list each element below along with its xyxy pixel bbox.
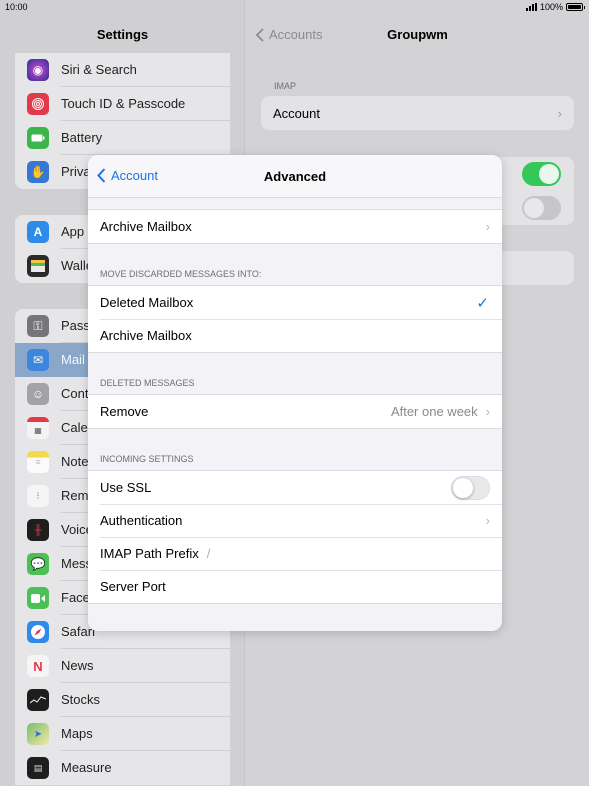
incoming-group: Use SSL Authentication › IMAP Path Prefi…	[88, 470, 502, 604]
archive-group: Archive Mailbox ›	[88, 209, 502, 244]
measure-icon: ▤	[27, 757, 49, 779]
archive-mailbox-option[interactable]: Archive Mailbox	[88, 319, 502, 352]
sidebar-item-label: Stocks	[61, 683, 230, 717]
background-toggle-on[interactable]	[522, 162, 561, 186]
fingerprint-icon	[27, 93, 49, 115]
checkmark-icon: ✓	[476, 294, 489, 312]
imap-caption: IMAP	[274, 81, 297, 91]
deleted-mailbox-option[interactable]: Deleted Mailbox ✓	[88, 286, 502, 319]
notes-icon: ≡	[27, 451, 49, 473]
sidebar-item-stocks[interactable]: Stocks	[15, 683, 230, 717]
sidebar-item-touch-id[interactable]: Touch ID & Passcode	[15, 87, 230, 121]
advanced-modal: Account Advanced Archive Mailbox › MOVE …	[88, 155, 502, 631]
signal-icon	[525, 3, 537, 11]
safari-icon	[27, 621, 49, 643]
sidebar-item-label: Touch ID & Passcode	[61, 87, 230, 121]
sidebar-item-label: News	[61, 649, 230, 683]
authentication-row[interactable]: Authentication ›	[88, 504, 502, 537]
sidebar-item-label: Maps	[61, 717, 230, 751]
modal-title: Advanced	[263, 169, 327, 184]
sidebar-item-measure[interactable]: ▤ Measure	[15, 751, 230, 785]
news-icon: N	[27, 655, 49, 677]
sidebar-item-battery[interactable]: Battery	[15, 121, 230, 155]
app-store-icon: A	[27, 221, 49, 243]
hand-icon: ✋	[27, 161, 49, 183]
status-indicators: 100%	[525, 2, 585, 12]
battery-status-icon	[566, 3, 585, 11]
sidebar-item-label: Siri & Search	[61, 53, 230, 87]
voice-memos-icon: ╫	[27, 519, 49, 541]
account-title: Groupwm	[387, 27, 448, 42]
sidebar-item-siri[interactable]: ◉ Siri & Search	[15, 53, 230, 87]
archive-mailbox-row[interactable]: Archive Mailbox ›	[88, 210, 502, 243]
remove-row[interactable]: Remove After one week ›	[88, 395, 502, 428]
chevron-right-icon: ›	[485, 219, 490, 234]
archive-mailbox-option-label: Archive Mailbox	[100, 328, 192, 343]
facetime-icon	[27, 587, 49, 609]
discarded-caption: MOVE DISCARDED MESSAGES INTO:	[100, 269, 262, 279]
wallet-icon	[27, 255, 49, 277]
sidebar-item-label: Measure	[61, 760, 112, 775]
deleted-mailbox-label: Deleted Mailbox	[100, 295, 194, 310]
messages-icon: 💬	[27, 553, 49, 575]
battery-percent: 100%	[539, 2, 563, 12]
siri-icon: ◉	[27, 59, 49, 81]
imap-prefix-label: IMAP Path Prefix	[100, 546, 199, 561]
use-ssl-label: Use SSL	[100, 480, 152, 495]
mail-icon: ✉	[27, 349, 49, 371]
imap-prefix-row: IMAP Path Prefix /	[88, 537, 502, 570]
server-port-row: Server Port	[88, 570, 502, 603]
chevron-right-icon: ›	[485, 513, 490, 528]
server-port-label: Server Port	[100, 579, 166, 594]
incoming-caption: INCOMING SETTINGS	[100, 454, 194, 464]
contacts-icon: ☺	[27, 383, 49, 405]
modal-header: Account Advanced	[88, 155, 502, 198]
imap-prefix-input[interactable]: /	[207, 546, 502, 561]
key-icon: ⚿	[27, 315, 49, 337]
account-row-label: Account	[273, 105, 320, 121]
deleted-group: Remove After one week ›	[88, 394, 502, 429]
background-toggle-off[interactable]	[522, 196, 561, 220]
discarded-group: Deleted Mailbox ✓ Archive Mailbox	[88, 285, 502, 353]
sidebar-item-label: Battery	[61, 121, 230, 155]
calendar-icon: ▦	[27, 417, 49, 439]
remove-value: After one week	[390, 404, 478, 419]
use-ssl-row: Use SSL	[88, 471, 502, 504]
authentication-label: Authentication	[100, 513, 183, 528]
chevron-right-icon: ›	[485, 404, 490, 419]
settings-title: Settings	[96, 27, 149, 42]
sidebar-item-news[interactable]: N News	[15, 649, 230, 683]
archive-mailbox-label: Archive Mailbox	[100, 219, 192, 234]
use-ssl-toggle[interactable]	[451, 475, 490, 500]
deleted-caption: DELETED MESSAGES	[100, 378, 195, 388]
remove-label: Remove	[100, 404, 149, 419]
battery-icon	[27, 127, 49, 149]
status-bar: 10:00 100%	[0, 0, 589, 14]
account-row[interactable]: Account ›	[261, 96, 574, 130]
stocks-icon	[27, 689, 49, 711]
chevron-right-icon: ›	[557, 105, 562, 121]
status-time: 10:00	[5, 2, 28, 12]
sidebar-item-maps[interactable]: ➤ Maps	[15, 717, 230, 751]
maps-icon: ➤	[27, 723, 49, 745]
reminders-icon: ⁝	[27, 485, 49, 507]
